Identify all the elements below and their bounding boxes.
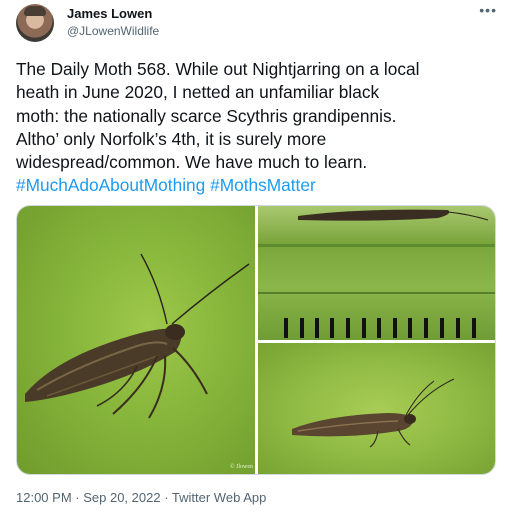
tweet-line: widespread/common. We have much to learn… — [16, 152, 368, 173]
hashtag-link[interactable]: #MothsMatter — [210, 175, 316, 195]
separator: · — [71, 490, 84, 505]
hashtag-line: #MuchAdoAboutMothing #MothsMatter — [16, 174, 504, 197]
moth-illustration — [25, 253, 250, 419]
tweet-line: Altho’ only Norfolk’s 4th, it is surely … — [16, 128, 327, 149]
separator: · — [160, 490, 172, 505]
author-name[interactable]: James Lowen — [67, 6, 152, 21]
tweet-date[interactable]: Sep 20, 2022 — [83, 490, 160, 505]
tweet-header: James Lowen @JLowenWildlife ••• — [0, 0, 511, 50]
photo-watermark: © Jlowen — [229, 464, 253, 470]
moth-small-illustration — [292, 378, 455, 448]
moth-photo-1[interactable]: © Jlowen — [17, 206, 255, 474]
avatar[interactable] — [16, 4, 54, 42]
author-handle[interactable]: @JLowenWildlife — [67, 24, 159, 38]
tweet-line: heath in June 2020, I netted an unfamili… — [16, 82, 380, 103]
media-grid: © Jlowen — [16, 205, 496, 475]
tweet-line: The Daily Moth 568. While out Nightjarri… — [16, 59, 420, 79]
moth-ruler-photo[interactable] — [258, 206, 495, 340]
more-options-icon[interactable]: ••• — [479, 2, 497, 18]
tweet-time[interactable]: 12:00 PM — [16, 490, 72, 505]
moth-photo-3[interactable] — [258, 343, 495, 474]
tweet-footer: 12:00 PM · Sep 20, 2022 · Twitter Web Ap… — [16, 490, 266, 505]
tweet-line: moth: the nationally scarce Scythris gra… — [16, 105, 397, 126]
tweet-source[interactable]: Twitter Web App — [172, 490, 266, 505]
hashtag-link[interactable]: #MuchAdoAboutMothing — [16, 175, 205, 195]
ruler-illustration — [258, 209, 495, 338]
tweet-text: The Daily Moth 568. While out Nightjarri… — [16, 58, 504, 198]
